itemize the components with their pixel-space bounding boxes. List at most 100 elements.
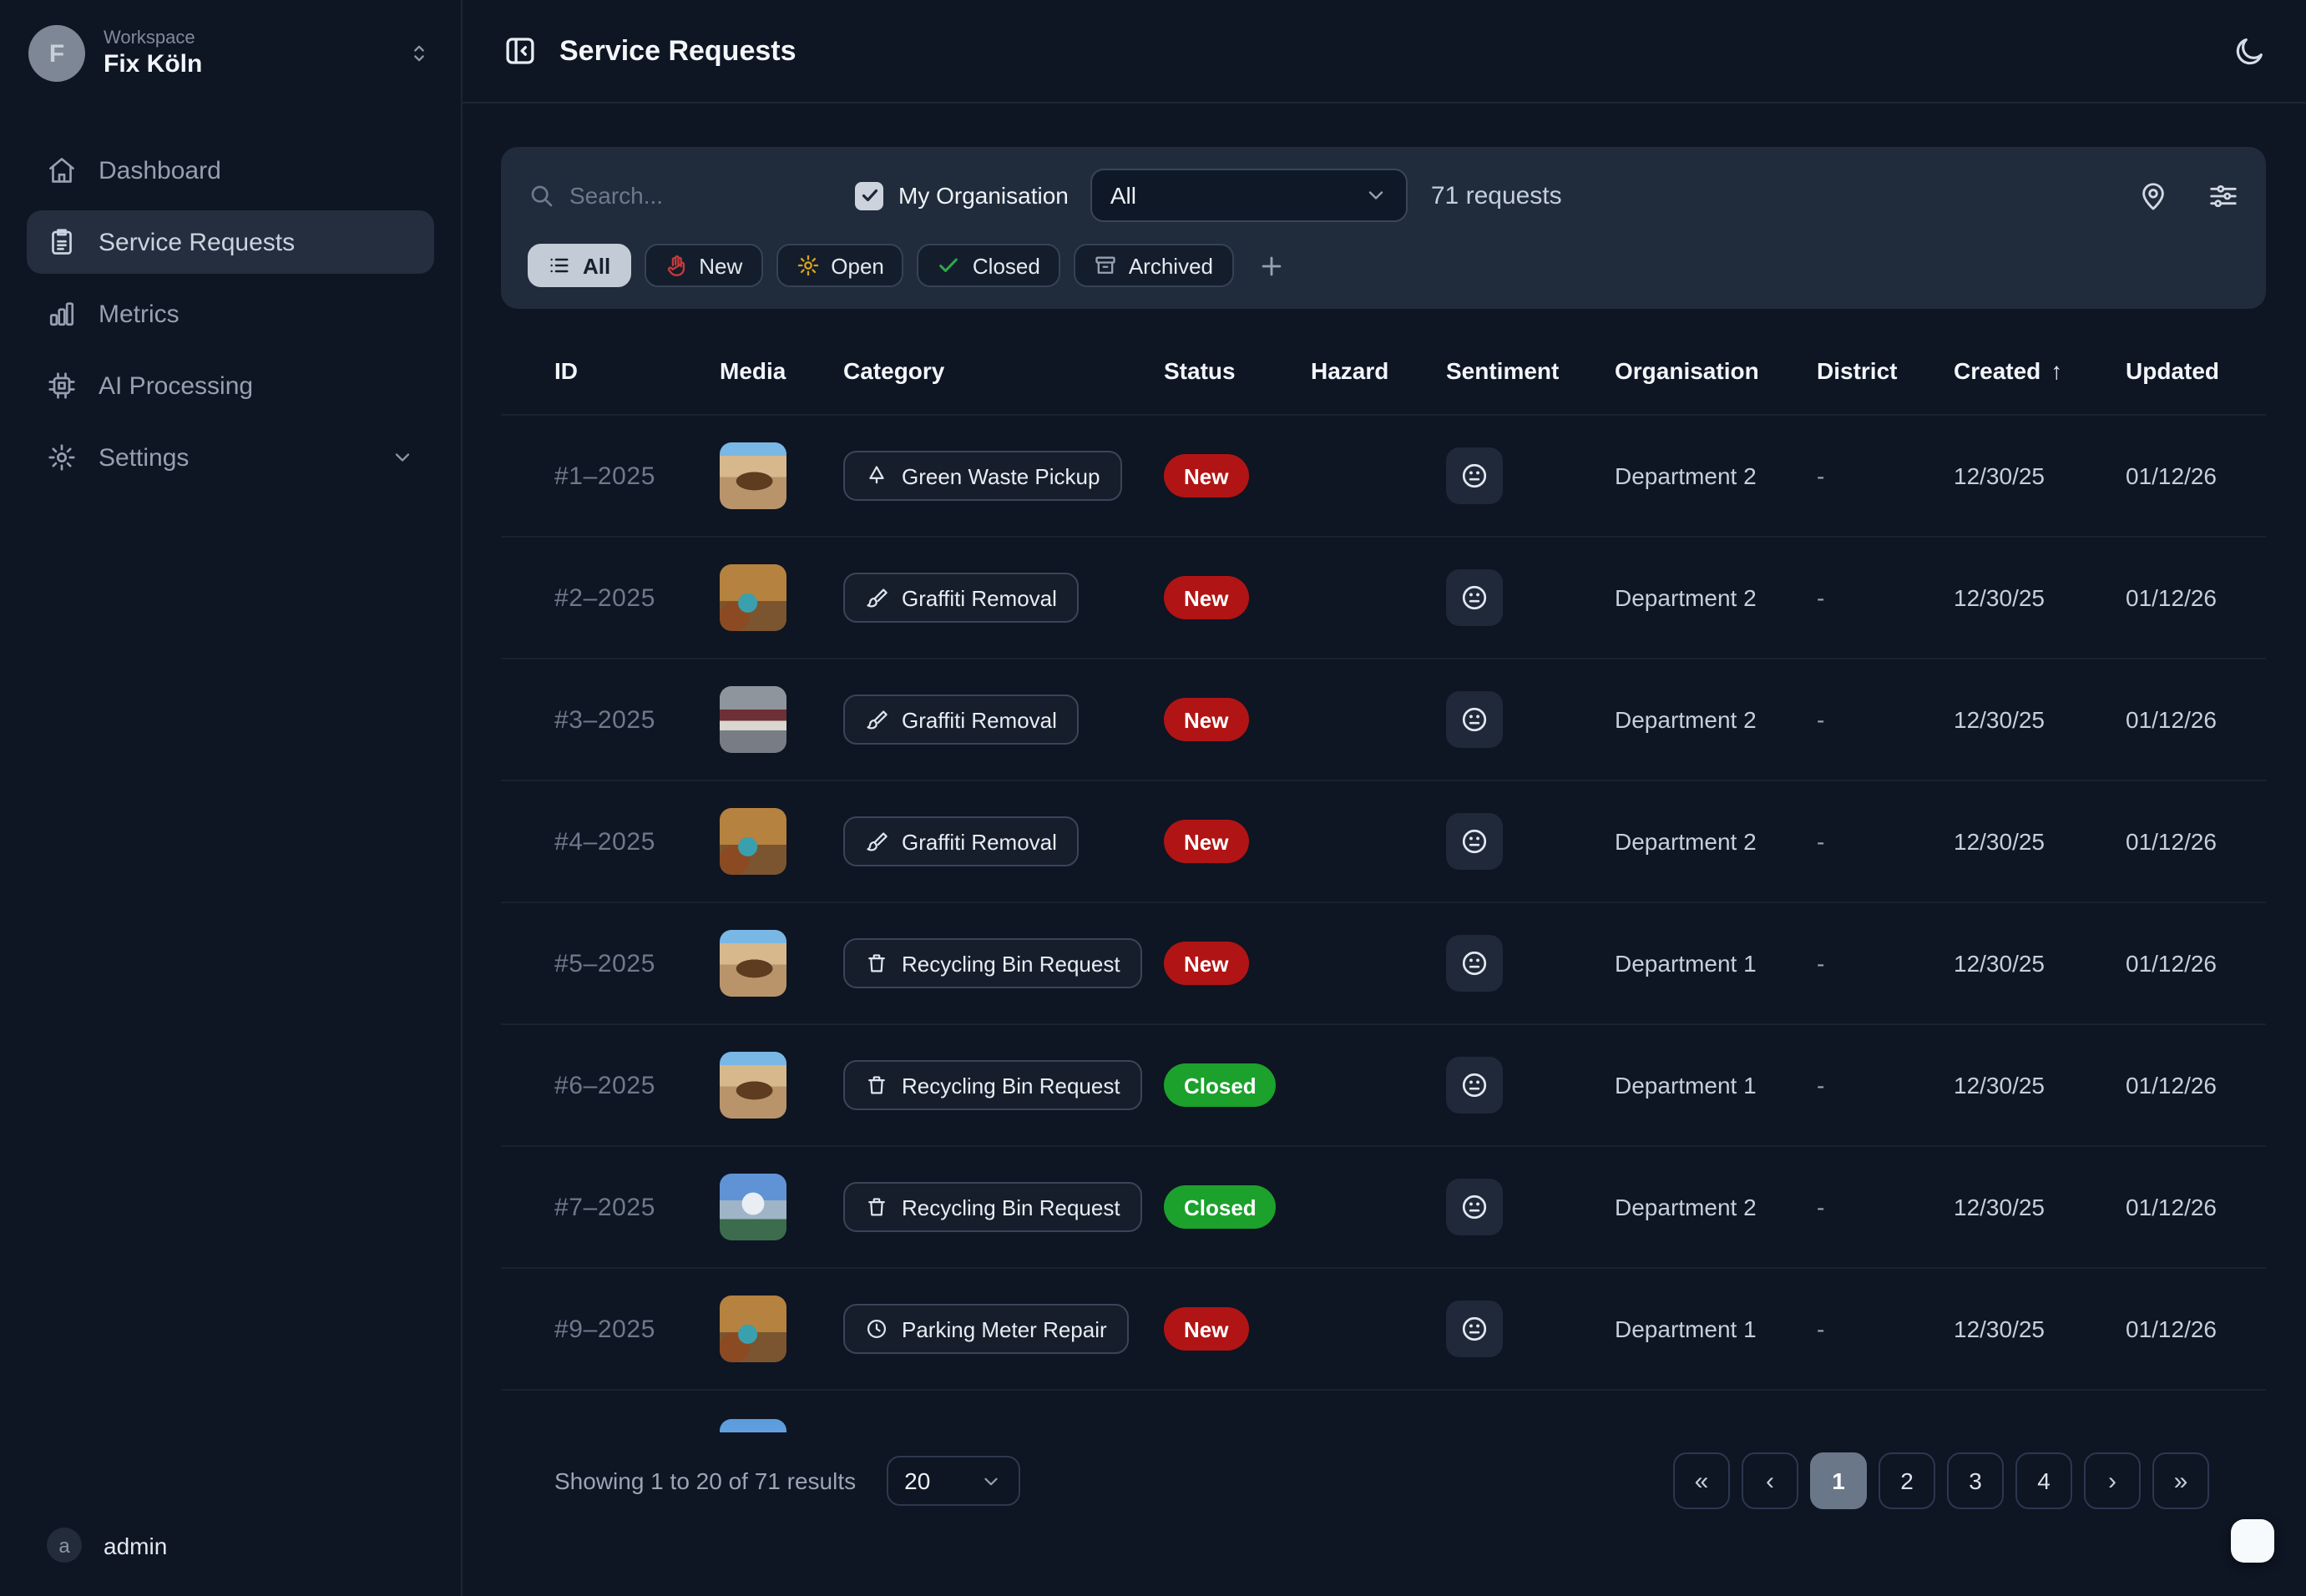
media-thumbnail[interactable] [720, 1295, 786, 1362]
search-box [528, 182, 855, 209]
table-row[interactable]: #6–2025 Recycling Bin Request Closed [501, 1025, 2266, 1147]
first-page-button[interactable]: « [1673, 1452, 1730, 1509]
category-chip[interactable]: Graffiti Removal [843, 694, 1079, 745]
archive-icon [1094, 254, 1117, 277]
media-thumbnail[interactable] [720, 1174, 786, 1240]
page-button-4[interactable]: 4 [2015, 1452, 2072, 1509]
chevron-down-icon [391, 446, 414, 469]
organisation-cell: Department 2 [1615, 1194, 1817, 1220]
column-header-status[interactable]: Status [1164, 356, 1311, 383]
table-row[interactable]: #7–2025 Recycling Bin Request Closed [501, 1147, 2266, 1269]
clipboard-icon [47, 227, 77, 257]
prev-page-button[interactable]: ‹ [1742, 1452, 1798, 1509]
bar-chart-icon [47, 299, 77, 329]
add-filter-button[interactable] [1257, 251, 1285, 280]
district-cell: - [1817, 1194, 1954, 1220]
filter-tab-label: Closed [973, 253, 1040, 278]
map-pin-icon[interactable] [2137, 179, 2169, 211]
request-id: #1–2025 [554, 462, 720, 490]
sidebar-item-dashboard[interactable]: Dashboard [27, 139, 434, 202]
category-chip[interactable]: Recycling Bin Request [843, 938, 1142, 988]
table-row[interactable]: #9–2025 Parking Meter Repair New Depa [501, 1269, 2266, 1391]
page-size-select[interactable]: 20 [886, 1456, 1019, 1506]
filter-tab-all[interactable]: All [528, 244, 630, 287]
media-thumbnail[interactable] [720, 930, 786, 997]
moon-icon[interactable] [2233, 34, 2266, 68]
column-header-category[interactable]: Category [843, 356, 1164, 383]
workspace-switcher[interactable]: F Workspace Fix Köln [0, 0, 461, 95]
category-chip[interactable]: Graffiti Removal [843, 573, 1079, 623]
chevron-down-icon [979, 1470, 1001, 1492]
organisation-select[interactable]: All [1090, 169, 1408, 222]
category-chip[interactable]: Recycling Bin Request [843, 1060, 1142, 1110]
gear-icon [796, 254, 819, 277]
chevron-down-icon [1364, 184, 1388, 207]
page-button-2[interactable]: 2 [1879, 1452, 1935, 1509]
category-chip[interactable]: Green Waste Pickup [843, 451, 1121, 501]
column-header-id[interactable]: ID [554, 356, 720, 383]
next-page-button[interactable]: › [2084, 1452, 2141, 1509]
table-row[interactable]: #2–2025 Graffiti Removal New Departme [501, 538, 2266, 659]
search-input[interactable] [569, 182, 820, 209]
table-row[interactable]: #3–2025 Graffiti Removal New Departme [501, 659, 2266, 781]
table-row[interactable]: #5–2025 Recycling Bin Request New Dep [501, 903, 2266, 1025]
request-id: #4–2025 [554, 827, 720, 856]
column-header-district[interactable]: District [1817, 356, 1954, 383]
sidebar-collapse-icon[interactable] [503, 33, 538, 68]
sliders-icon[interactable] [2207, 179, 2239, 211]
floating-action-button[interactable] [2231, 1519, 2274, 1563]
page-button-3[interactable]: 3 [1947, 1452, 2004, 1509]
filter-tab-label: All [583, 253, 610, 278]
table-row[interactable]: #1–2025 Green Waste Pickup New Depart [501, 416, 2266, 538]
my-organisation-toggle[interactable]: My Organisation [855, 181, 1069, 210]
media-thumbnail[interactable] [720, 564, 786, 631]
sidebar-item-settings[interactable]: Settings [27, 426, 434, 489]
sentiment-neutral-icon [1446, 1179, 1503, 1235]
my-organisation-label: My Organisation [898, 182, 1069, 209]
my-organisation-checkbox[interactable] [855, 181, 883, 210]
table-row[interactable]: #4–2025 Graffiti Removal New Departme [501, 781, 2266, 903]
column-header-updated[interactable]: Updated [2126, 356, 2266, 383]
category-chip[interactable]: Graffiti Removal [843, 816, 1079, 866]
updated-cell: 01/12/26 [2126, 1316, 2266, 1342]
last-page-button[interactable]: » [2152, 1452, 2209, 1509]
status-badge: Closed [1164, 1185, 1277, 1229]
media-thumbnail[interactable] [720, 808, 786, 875]
column-header-hazard[interactable]: Hazard [1311, 356, 1446, 383]
column-header-created[interactable]: Created ↑ [1954, 356, 2126, 383]
category-chip[interactable]: Recycling Bin Request [843, 1182, 1142, 1232]
pagination: « ‹ 1 2 3 4 › » [1673, 1452, 2209, 1509]
created-cell: 12/30/25 [1954, 1316, 2126, 1342]
status-badge: Closed [1164, 1063, 1277, 1107]
filter-tab-archived[interactable]: Archived [1074, 244, 1233, 287]
media-thumbnail[interactable] [720, 1418, 786, 1432]
column-header-organisation[interactable]: Organisation [1615, 356, 1817, 383]
updated-cell: 01/12/26 [2126, 462, 2266, 489]
media-thumbnail[interactable] [720, 1052, 786, 1119]
filter-tab-open[interactable]: Open [776, 244, 904, 287]
page-button-1[interactable]: 1 [1810, 1452, 1867, 1509]
user-menu[interactable]: a admin [0, 1501, 461, 1596]
sidebar-item-ai-processing[interactable]: AI Processing [27, 354, 434, 417]
column-header-media[interactable]: Media [720, 356, 843, 383]
request-id: #6–2025 [554, 1071, 720, 1099]
updated-cell: 01/12/26 [2126, 706, 2266, 733]
workspace-label: Workspace [104, 28, 202, 48]
status-badge: New [1164, 698, 1248, 741]
organisation-cell: Department 1 [1615, 1072, 1817, 1099]
sidebar-item-label: Service Requests [99, 228, 295, 256]
filter-tab-closed[interactable]: Closed [918, 244, 1060, 287]
category-label: Graffiti Removal [902, 585, 1057, 610]
media-thumbnail[interactable] [720, 442, 786, 509]
sidebar-item-metrics[interactable]: Metrics [27, 282, 434, 346]
table-row[interactable] [501, 1391, 2266, 1432]
column-header-sentiment[interactable]: Sentiment [1446, 356, 1615, 383]
sidebar-item-service-requests[interactable]: Service Requests [27, 210, 434, 274]
district-cell: - [1817, 1072, 1954, 1099]
category-label: Graffiti Removal [902, 829, 1057, 854]
category-chip[interactable]: Parking Meter Repair [843, 1304, 1129, 1354]
organisation-cell: Department 1 [1615, 950, 1817, 977]
media-thumbnail[interactable] [720, 686, 786, 753]
filter-tab-new[interactable]: New [644, 244, 762, 287]
district-cell: - [1817, 584, 1954, 611]
